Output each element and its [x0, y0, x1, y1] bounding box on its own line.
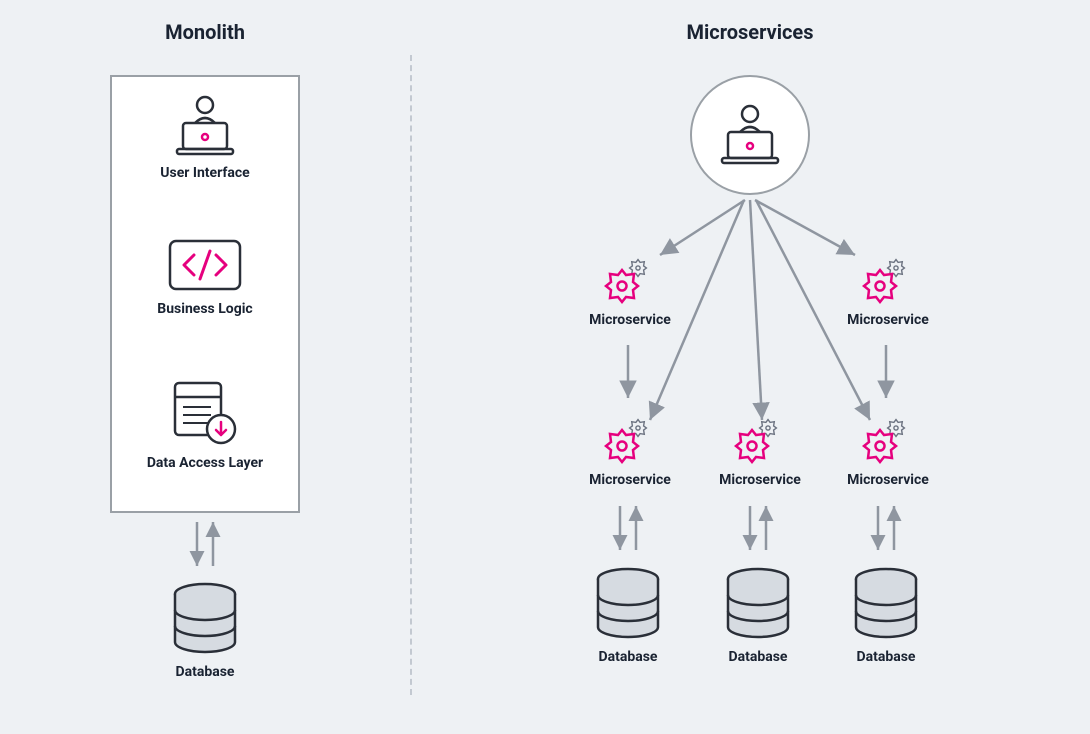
- divider-line: [410, 55, 412, 695]
- bidir-arrow-icon: [856, 500, 916, 560]
- gears-icon: [858, 258, 918, 306]
- microservice-node: Microservice: [570, 418, 690, 488]
- monolith-ui-layer: User Interface: [112, 95, 298, 181]
- microservice-label: Microservice: [589, 472, 671, 488]
- microservice-label: Microservice: [719, 472, 801, 488]
- database-label: Database: [857, 649, 916, 665]
- bidir-arrow-icon: [175, 516, 235, 576]
- microservice-node: Microservice: [570, 258, 690, 328]
- data-label: Data Access Layer: [147, 455, 263, 471]
- gears-icon: [858, 418, 918, 466]
- database-icon: [166, 580, 244, 658]
- microservices-title: Microservices: [540, 20, 960, 44]
- database-label: Database: [729, 649, 788, 665]
- microservice-node: Microservice: [828, 418, 948, 488]
- gears-icon: [730, 418, 790, 466]
- bidir-arrow-icon: [728, 500, 788, 560]
- bidir-arrow-icon: [598, 500, 658, 560]
- database-icon: [589, 565, 667, 643]
- monolith-title: Monolith: [110, 20, 300, 44]
- down-arrow-icon: [866, 340, 906, 410]
- data-access-icon: [165, 377, 245, 449]
- microservice-database: Database: [826, 565, 946, 665]
- gears-icon: [600, 258, 660, 306]
- architecture-diagram: Monolith Microservices User Interface: [0, 0, 1090, 734]
- code-icon: [166, 237, 244, 293]
- monolith-container: User Interface Business Logic: [110, 75, 300, 513]
- microservice-label: Microservice: [589, 312, 671, 328]
- user-laptop-icon: [714, 104, 786, 166]
- microservice-label: Microservice: [847, 312, 929, 328]
- database-label: Database: [599, 649, 658, 665]
- database-label: Database: [176, 664, 235, 680]
- microservice-database: Database: [568, 565, 688, 665]
- gears-icon: [600, 418, 660, 466]
- database-icon: [847, 565, 925, 643]
- microservice-node: Microservice: [828, 258, 948, 328]
- database-icon: [719, 565, 797, 643]
- monolith-data-layer: Data Access Layer: [112, 377, 298, 471]
- ui-label: User Interface: [160, 165, 249, 181]
- microservice-database: Database: [698, 565, 818, 665]
- down-arrow-icon: [608, 340, 648, 410]
- logic-label: Business Logic: [157, 301, 252, 317]
- user-laptop-icon: [169, 95, 241, 157]
- microservice-label: Microservice: [847, 472, 929, 488]
- monolith-database: Database: [145, 580, 265, 680]
- microservice-node: Microservice: [700, 418, 820, 488]
- user-node: [690, 75, 810, 195]
- monolith-logic-layer: Business Logic: [112, 237, 298, 317]
